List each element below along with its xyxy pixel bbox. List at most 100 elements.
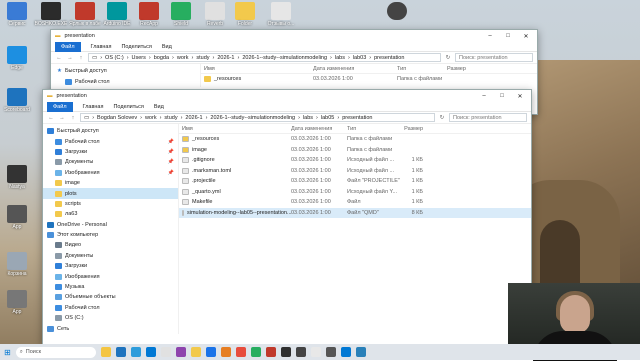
sidebar-item[interactable]: OS (C:) [43,313,178,323]
close-icon[interactable]: ✕ [513,93,527,100]
sidebar-item[interactable]: Музыка [43,282,178,292]
forward-arrow-icon[interactable]: → [66,55,74,61]
breadcrumb-item[interactable]: work [177,55,189,61]
sidebar-item[interactable]: Изображения [43,271,178,281]
sidebar-item[interactable]: Сеть [43,323,178,333]
taskbar-app-icon[interactable] [310,347,321,357]
column-date[interactable]: Дата изменения [291,126,347,132]
sidebar-item[interactable]: Видео [43,240,178,250]
taskbar-app-icon[interactable] [235,347,246,357]
desktop-shortcut[interactable]: Arduino IDE [100,2,134,27]
ribbon-tab-2[interactable]: Поделиться [121,44,151,50]
taskbar-app-icon[interactable] [265,347,276,357]
taskbar-app-icon[interactable] [145,347,156,357]
desktop-shortcut[interactable]: Отзывы о... [264,2,298,27]
breadcrumb-item[interactable]: lab05 [321,115,334,121]
minimize-icon[interactable]: – [483,33,497,39]
column-size[interactable]: Размер [399,126,423,132]
sidebar-item-quick-access[interactable]: ★ Быстрый доступ [51,66,200,76]
ribbon-tab-3[interactable]: Вид [162,44,172,50]
back-arrow-icon[interactable]: ← [47,115,55,121]
desktop-shortcut[interactable]: Scoreboard [0,88,34,113]
file-row[interactable]: _quarto.yml 03.03.2026 1:00 Исходный файл … [179,187,531,198]
breadcrumb-item[interactable]: OS (C:) [105,55,124,61]
breadcrumb-item[interactable]: 2026-1--study--simulationmodeling [210,115,295,121]
breadcrumb-item[interactable]: presentation [374,55,404,61]
maximize-icon[interactable]: □ [495,93,509,99]
taskbar-app-icon[interactable] [325,347,336,357]
close-icon[interactable]: ✕ [519,33,533,40]
sidebar-item[interactable]: image [43,178,178,188]
breadcrumb-item[interactable]: 2026-1 [217,55,234,61]
desktop-shortcut[interactable] [380,2,414,21]
breadcrumb-item[interactable]: 2026-1--study--simulationmodeling [242,55,327,61]
sidebar-item[interactable]: plots [43,188,178,199]
taskbar-search[interactable]: ⌕ Поиск [15,346,96,358]
sidebar-item[interactable]: Рабочий стол [43,303,178,313]
sidebar-item[interactable]: OneDrive - Personal [43,220,178,230]
sidebar-item[interactable]: Загрузки 📌 [43,147,178,157]
file-row[interactable]: _resources 03.03.2026 1:00 Папка с файла… [201,74,537,85]
sidebar-item[interactable]: Объемные объекты [43,292,178,302]
taskbar-app-icon[interactable] [250,347,261,357]
breadcrumb-item[interactable]: 2026-1 [185,115,202,121]
refresh-icon[interactable]: ↻ [438,115,446,121]
column-name[interactable]: Имя [179,126,291,132]
refresh-icon[interactable]: ↻ [444,55,452,61]
search-input[interactable]: Поиск: presentation [449,113,527,122]
taskbar-app-icon[interactable] [115,347,126,357]
file-row[interactable]: .gitignore 03.03.2026 1:00 Исходный файл .… [179,155,531,166]
desktop-shortcut[interactable]: Nastya [0,165,34,190]
desktop-shortcut[interactable]: Edge [0,46,34,71]
breadcrumb-item[interactable]: Users [132,55,146,61]
column-type[interactable]: Тип [347,126,399,132]
sidebar-item[interactable]: ла63 [43,209,178,219]
breadcrumb-item[interactable]: bogda [154,55,169,61]
file-row[interactable]: simulation-modeling--lab05--presentation… [179,207,531,218]
maximize-icon[interactable]: □ [501,33,515,39]
breadcrumb-item[interactable]: study [196,55,209,61]
sidebar-item-desktop[interactable]: Рабочий стол [51,76,200,86]
sidebar-item[interactable]: Этот компьютер [43,230,178,240]
back-arrow-icon[interactable]: ← [55,55,63,61]
breadcrumb-item[interactable]: lab03 [353,55,366,61]
sidebar-item[interactable]: Документы 📌 [43,157,178,167]
taskbar-app-icon[interactable] [280,347,291,357]
file-row[interactable]: .projectile 03.03.2026 1:00 Файл "PROJECTI… [179,176,531,187]
breadcrumb-item[interactable]: presentation [342,115,372,121]
taskbar-app-icon[interactable] [295,347,306,357]
taskbar-app-icon[interactable] [175,347,186,357]
ribbon-tab-1[interactable]: Главная [91,44,112,50]
sidebar-item[interactable]: Документы [43,251,178,261]
column-date[interactable]: Дата изменения [313,66,397,72]
breadcrumb[interactable]: ▭ › Bogdan Solovev › work › study › 2026-1 › 2026-… [80,113,435,122]
taskbar-app-icon[interactable] [100,347,111,357]
column-name[interactable]: Имя [201,66,313,72]
taskbar-app-icon[interactable] [355,347,366,357]
up-arrow-icon[interactable]: ↑ [77,55,85,61]
sidebar-item[interactable]: Быстрый доступ [43,126,178,136]
ribbon-tab-0[interactable]: Файл [47,101,73,112]
desktop-shortcut[interactable]: App [0,290,34,315]
desktop-shortcut[interactable]: RecApp [132,2,166,27]
breadcrumb[interactable]: ▭ › OS (C:) › Users › bogda › work › study › 2026-1 ›… [88,53,441,62]
explorer-window-front[interactable]: ▬ presentation – □ ✕ Файл Главная Поделить… [42,89,532,345]
desktop-shortcut[interactable]: Ярлык в лабе [68,2,102,27]
desktop-shortcut[interactable]: Shield [164,2,198,27]
taskbar-app-icon[interactable] [160,347,171,357]
breadcrumb-item[interactable]: Bogdan Solovev [97,115,137,121]
breadcrumb-item[interactable]: labs [303,115,313,121]
taskbar-app-icon[interactable] [130,347,141,357]
search-input[interactable]: Поиск: presentation [455,53,533,62]
taskbar-app-icon[interactable] [340,347,351,357]
sidebar-item[interactable]: Загрузки [43,261,178,271]
file-row[interactable]: image 03.03.2026 1:00 Папка с файлами [179,145,531,156]
file-row[interactable]: _resources 03.03.2026 1:00 Папка с файлами [179,134,531,145]
taskbar-app-icon[interactable] [205,347,216,357]
desktop-shortcut[interactable]: Folder [228,2,262,27]
breadcrumb-item[interactable]: labs [335,55,345,61]
up-arrow-icon[interactable]: ↑ [69,115,77,121]
sidebar-item[interactable]: Рабочий стол 📌 [43,136,178,146]
desktop-shortcut[interactable]: Reverb [198,2,232,27]
sidebar-item[interactable]: Изображения 📌 [43,168,178,178]
